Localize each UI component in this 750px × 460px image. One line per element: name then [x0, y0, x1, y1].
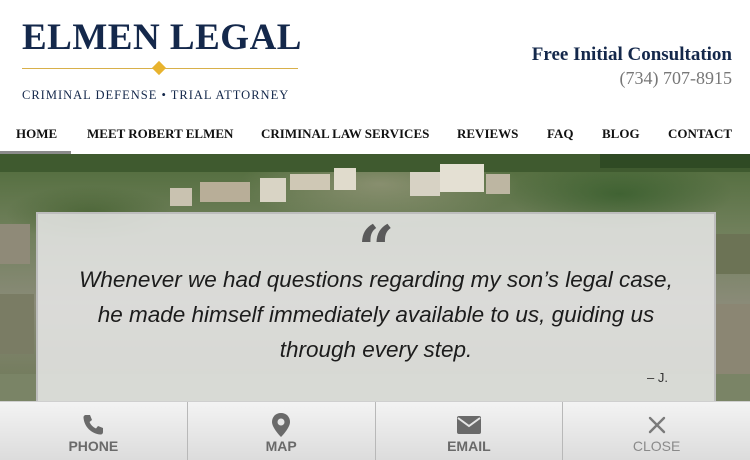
close-button-label: CLOSE [632, 438, 681, 454]
hero-banner: “ Whenever we had questions regarding my… [0, 154, 750, 402]
consultation-title: Free Initial Consultation [531, 44, 732, 65]
phone-button[interactable]: PHONE [0, 402, 188, 460]
email-button[interactable]: EMAIL [376, 402, 564, 460]
consultation-block: Free Initial Consultation (734) 707-8915 [532, 44, 732, 90]
nav-item-criminal-law-services[interactable]: CRIMINAL LAW SERVICES [261, 126, 429, 142]
map-button-label: MAP [265, 438, 297, 454]
envelope-icon [456, 412, 482, 438]
logo-divider [22, 60, 298, 78]
nav-item-blog[interactable]: BLOG [602, 126, 640, 142]
nav-item-meet-robert-elmen[interactable]: MEET ROBERT ELMEN [87, 126, 233, 142]
site-logo[interactable]: ELMEN LEGAL CRIMINAL DEFENSE • TRIAL ATT… [22, 17, 302, 103]
phone-number-link[interactable]: (734) 707-8915 [532, 66, 732, 90]
phone-button-label: PHONE [68, 438, 119, 454]
nav-item-home[interactable]: HOME [16, 126, 57, 142]
logo-tagline: CRIMINAL DEFENSE • TRIAL ATTORNEY [22, 88, 290, 102]
nav-item-reviews[interactable]: REVIEWS [457, 126, 518, 142]
mobile-action-bar: PHONE MAP EMAIL CLOSE [0, 401, 750, 460]
site-header: ELMEN LEGAL CRIMINAL DEFENSE • TRIAL ATT… [0, 0, 750, 114]
testimonial-text: Whenever we had questions regarding my s… [79, 267, 673, 362]
close-icon [644, 412, 670, 438]
email-button-label: EMAIL [447, 438, 491, 454]
testimonial-author: – J. [647, 370, 668, 385]
map-pin-icon [268, 412, 294, 438]
nav-item-contact[interactable]: CONTACT [668, 126, 732, 142]
map-button[interactable]: MAP [188, 402, 376, 460]
diamond-icon [151, 60, 167, 76]
phone-icon [80, 412, 106, 438]
main-nav: HOME MEET ROBERT ELMEN CRIMINAL LAW SERV… [0, 114, 750, 154]
quote-mark-icon: “ [357, 218, 395, 268]
nav-item-faq[interactable]: FAQ [547, 126, 573, 142]
close-button[interactable]: CLOSE [563, 402, 750, 460]
logo-name: ELMEN LEGAL [22, 17, 302, 58]
testimonial-card: “ Whenever we had questions regarding my… [36, 212, 716, 402]
